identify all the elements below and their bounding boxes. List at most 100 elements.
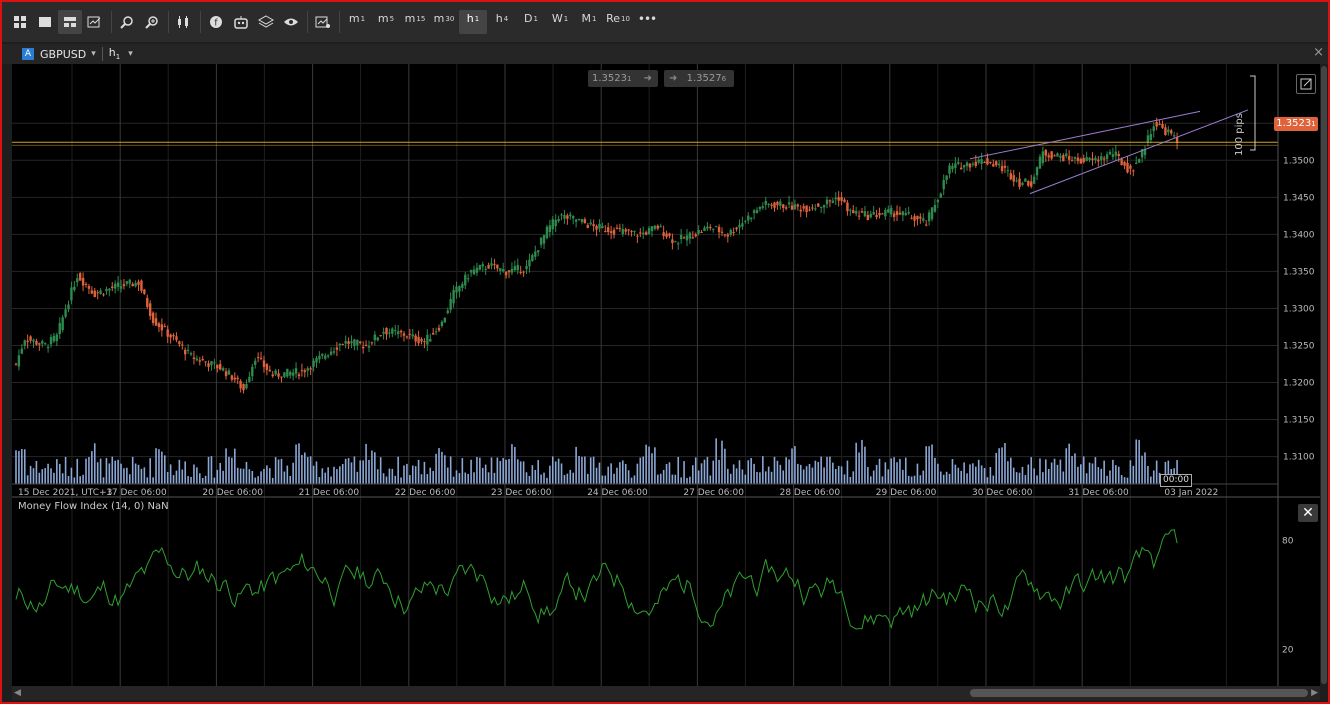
candle-body [548, 225, 552, 233]
timeframe-W1-button[interactable]: W1 [546, 10, 574, 34]
layers-icon[interactable] [254, 10, 278, 34]
volume-bar [648, 446, 650, 484]
volume-bar [1132, 465, 1135, 484]
timeframe-label[interactable]: h1 [109, 46, 120, 61]
volume-bar [429, 467, 432, 484]
timeframe-D1-button[interactable]: D1 [517, 10, 545, 34]
volume-bar [534, 469, 537, 484]
candle-body [703, 227, 706, 232]
workspace-grid-icon[interactable] [8, 10, 32, 34]
candle-body [1123, 161, 1126, 166]
candle-body [303, 370, 307, 373]
candle-body [825, 199, 829, 205]
volume-bar [295, 444, 297, 484]
candle-body [324, 355, 327, 359]
candle-body [105, 289, 108, 292]
timeframe-dropdown-icon[interactable]: ▾ [128, 49, 133, 59]
candle-body [787, 202, 791, 205]
eye-icon[interactable] [279, 10, 303, 34]
timeframe-m15-button[interactable]: m 15 [401, 10, 429, 34]
bid-price-box[interactable]: 1.35231 ➜ [588, 70, 658, 87]
chart-settings-icon[interactable] [1296, 74, 1316, 94]
close-indicator-button[interactable]: ✕ [1298, 504, 1318, 522]
candle-body [172, 334, 175, 337]
timeframe-M1-button[interactable]: M1 [575, 10, 603, 34]
volume-bar [654, 447, 656, 484]
chart-canvas[interactable]: 1.35501.35001.34501.34001.33501.33001.32… [12, 64, 1320, 686]
candle-body [181, 344, 184, 346]
candle-body [84, 283, 88, 285]
candle-body [916, 215, 919, 220]
candle-body [245, 384, 248, 389]
candle-body [350, 341, 353, 344]
candle-body [376, 337, 379, 341]
volume-bar [365, 443, 367, 484]
volume-bar [680, 477, 682, 484]
volume-bar [852, 471, 855, 484]
drawing-settings-icon[interactable] [311, 10, 335, 34]
ask-price-box[interactable]: ➜ 1.35276 [664, 70, 734, 87]
volume-bar [449, 456, 452, 484]
bot-icon[interactable] [229, 10, 253, 34]
candle-body [499, 268, 502, 271]
candle-body [948, 165, 951, 174]
candle-body [17, 355, 21, 367]
volume-bar [1138, 439, 1140, 484]
volume-bar [67, 476, 70, 484]
single-chart-icon[interactable] [33, 10, 57, 34]
candle-body [286, 368, 289, 377]
volume-bar [417, 459, 420, 484]
candlestick-type-icon[interactable] [172, 10, 196, 34]
symbol-badge[interactable]: A [22, 48, 34, 60]
volume-bar [1123, 477, 1126, 484]
scroll-right-icon[interactable]: ▶ [1311, 688, 1318, 698]
chart-area[interactable]: 1.35501.35001.34501.34001.33501.33001.32… [12, 64, 1320, 686]
volume-bar [543, 472, 545, 484]
volume-bar [989, 467, 992, 484]
timeframe-h4-button[interactable]: h4 [488, 10, 516, 34]
candle-body [137, 281, 140, 285]
horizontal-scrollbar[interactable]: ◀ ▶ [12, 686, 1320, 700]
candle-body [356, 339, 359, 346]
timeframe-h1-button[interactable]: h1 [459, 10, 487, 34]
candle-body [1135, 162, 1138, 164]
candle-body [204, 361, 207, 363]
symbol-icon[interactable]: f [204, 10, 228, 34]
candle-body [239, 380, 242, 389]
multi-chart-icon[interactable] [58, 10, 82, 34]
close-chart-icon[interactable]: × [1313, 45, 1324, 60]
volume-bar [1109, 470, 1111, 484]
candle-body [262, 360, 266, 367]
timeframe-m1-button[interactable]: m1 [343, 10, 371, 34]
volume-bar [225, 448, 227, 484]
zoom-out-icon[interactable] [115, 10, 139, 34]
timeframe-Re10-button[interactable]: Re 10 [604, 10, 632, 34]
timeframe-m30-button[interactable]: m 30 [430, 10, 458, 34]
vertical-scroll-thumb[interactable] [1321, 66, 1327, 684]
candle-body [128, 279, 131, 284]
symbol-dropdown-icon[interactable]: ▾ [91, 49, 96, 59]
horizontal-scroll-thumb[interactable] [970, 689, 1308, 697]
symbol-name[interactable]: GBPUSD [40, 48, 86, 61]
volume-bar [735, 468, 738, 484]
candle-body [335, 347, 339, 350]
scroll-left-icon[interactable]: ◀ [14, 688, 21, 698]
volume-bar [992, 475, 995, 484]
volume-bar [166, 471, 169, 484]
timeframe-m5-button[interactable]: m5 [372, 10, 400, 34]
zoom-in-icon[interactable] [140, 10, 164, 34]
candle-body [1062, 155, 1065, 162]
volume-bar [123, 468, 125, 484]
candle-body [714, 226, 718, 228]
volume-bar [1117, 466, 1120, 484]
volume-bar [613, 473, 615, 484]
vertical-scrollbar[interactable] [1320, 64, 1328, 686]
candle-body [980, 159, 983, 164]
volume-bar [114, 460, 116, 484]
volume-bar [884, 462, 887, 484]
current-time-label: 00:00 [1160, 474, 1192, 487]
candle-body [1076, 157, 1080, 162]
chart-edit-icon[interactable] [83, 10, 107, 34]
more-options-button[interactable]: ••• [633, 10, 661, 34]
mfi-tick-label: 80 [1282, 536, 1294, 546]
